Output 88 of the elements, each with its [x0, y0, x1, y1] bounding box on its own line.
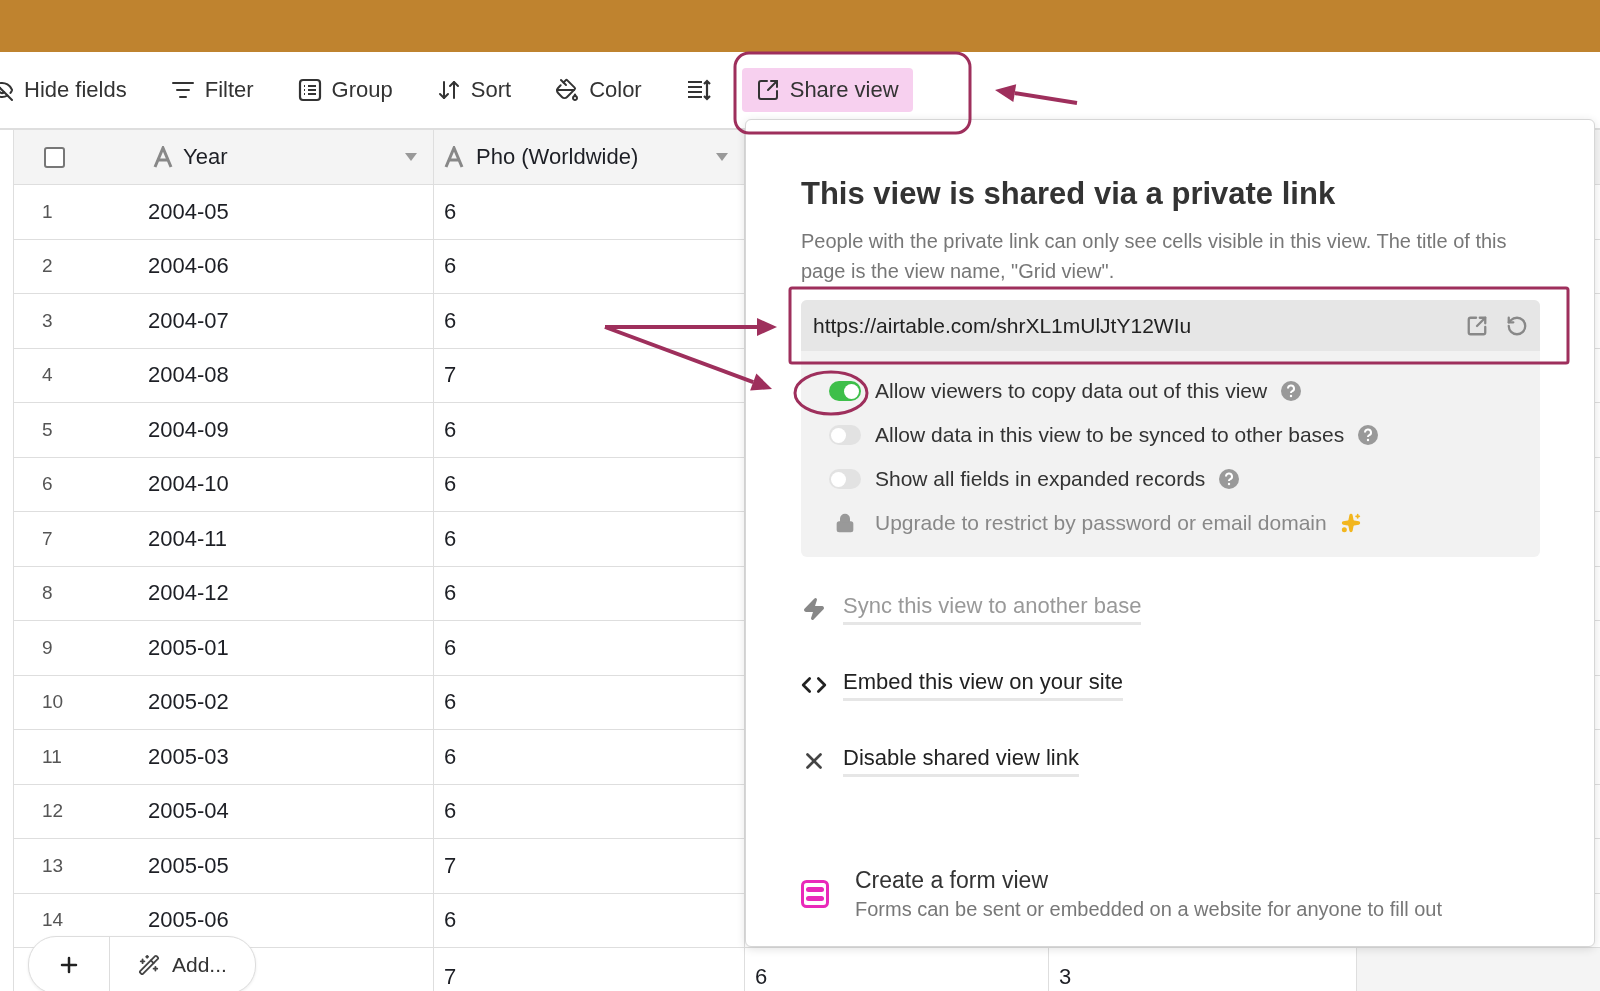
column-header[interactable]: Year	[183, 144, 405, 170]
table-cell: 6	[444, 525, 457, 552]
table-cell: 2004-10	[148, 471, 229, 498]
table-cell: 7	[444, 964, 457, 990]
row-number: 8	[41, 582, 54, 605]
row-number: 4	[41, 364, 54, 387]
table-cell: 6	[444, 907, 457, 934]
table-cell: 3	[1059, 964, 1072, 990]
row-number: 7	[41, 527, 54, 550]
regenerate-icon[interactable]	[1506, 314, 1528, 337]
row-number: 3	[41, 309, 54, 332]
table-cell: 2005-05	[148, 852, 229, 879]
toolbar-button[interactable]: Color	[555, 73, 642, 107]
sparkle-icon	[1340, 513, 1361, 533]
table-cell: 6	[444, 471, 457, 498]
row-number: 12	[41, 800, 65, 823]
table-cell: 6	[444, 798, 457, 825]
help-icon	[1281, 381, 1302, 401]
form-icon	[801, 880, 829, 908]
form-view-title[interactable]: Create a form view	[855, 867, 1442, 894]
sort-icon	[436, 78, 461, 102]
table-cell: 2004-09	[148, 416, 229, 443]
toolbar-button[interactable]: Hide fields	[0, 73, 127, 107]
toolbar-button[interactable]: Filter	[170, 73, 254, 107]
panel-description: People with the private link can only see cells visible in this view. The title of this page is the view name, "Grid view".	[801, 229, 1508, 284]
help-icon	[1219, 469, 1240, 489]
table-cell: 6	[755, 964, 768, 990]
lock-icon	[835, 513, 855, 533]
option-label: Show all fields in expanded records	[875, 467, 1206, 491]
add-button[interactable]: Add...	[109, 937, 255, 991]
table-cell: 2004-11	[148, 525, 228, 552]
row-number: 11	[41, 745, 63, 768]
dropdown-caret-icon	[716, 153, 728, 161]
row-number: 13	[41, 854, 65, 877]
panel-title: This view is shared via a private link	[801, 176, 1337, 212]
table-cell: 6	[444, 198, 457, 225]
share-icon	[755, 78, 780, 102]
toolbar-button[interactable]: Group	[297, 73, 393, 107]
text-type-icon	[444, 146, 464, 168]
table-cell: 6	[444, 743, 457, 770]
row-number: 1	[41, 200, 54, 223]
group-icon	[297, 78, 322, 102]
table-cell: 2004-05	[148, 198, 229, 225]
table-cell: 6	[444, 253, 457, 280]
action-link[interactable]: Disable shared view link	[843, 745, 1079, 777]
table-cell: 2005-06	[148, 907, 229, 934]
row-number: 6	[41, 473, 54, 496]
dropdown-caret-icon	[405, 153, 417, 161]
help-icon	[1358, 425, 1379, 445]
open-link-icon[interactable]	[1466, 314, 1488, 337]
table-cell: 2004-06	[148, 253, 229, 280]
row-number: 10	[41, 691, 65, 714]
table-cell: 7	[444, 362, 457, 389]
column-header[interactable]: Pho (Worldwide)	[476, 144, 716, 170]
table-cell: 2004-07	[148, 307, 229, 334]
row-number: 14	[41, 909, 65, 932]
option-label: Upgrade to restrict by password or email domain	[875, 511, 1327, 535]
share-link-field[interactable]: https://airtable.com/shrXL1mUlJtY12WIu	[801, 300, 1540, 351]
row-number: 5	[41, 418, 54, 441]
table-cell: 2005-02	[148, 689, 229, 716]
table-cell: 2005-01	[148, 634, 229, 661]
table-cell: 2004-12	[148, 580, 229, 607]
table-cell: 2005-03	[148, 743, 229, 770]
action-link[interactable]: Embed this view on your site	[843, 669, 1124, 701]
table-cell: 7	[444, 852, 457, 879]
row-number: 2	[41, 255, 54, 278]
row-height-icon	[685, 78, 712, 102]
table-cell: 2005-04	[148, 798, 229, 825]
table-cell: 6	[444, 580, 457, 607]
lightning-icon	[802, 597, 826, 621]
form-view-description: Forms can be sent or embedded on a website for anyone to fill out	[855, 898, 1442, 921]
table-cell: 6	[444, 307, 457, 334]
paint-bucket-icon	[555, 78, 580, 102]
row-number: 9	[41, 636, 54, 659]
toolbar-button[interactable]: Sort	[436, 73, 512, 107]
magic-wand-icon	[138, 954, 160, 976]
table-cell: 6	[444, 689, 457, 716]
option-label: Allow data in this view to be synced to other bases	[875, 423, 1345, 447]
table-cell: 6	[444, 634, 457, 661]
toggle-switch[interactable]	[829, 469, 861, 489]
option-label: Allow viewers to copy data out of this view	[875, 379, 1268, 403]
toggle-switch[interactable]	[829, 381, 861, 401]
select-all-checkbox[interactable]	[44, 146, 65, 168]
toggle-switch[interactable]	[829, 425, 861, 445]
text-type-icon	[153, 146, 173, 168]
share-view-button[interactable]: Share view	[741, 68, 913, 112]
table-cell: 2004-08	[148, 362, 229, 389]
table-cell: 6	[444, 416, 457, 443]
